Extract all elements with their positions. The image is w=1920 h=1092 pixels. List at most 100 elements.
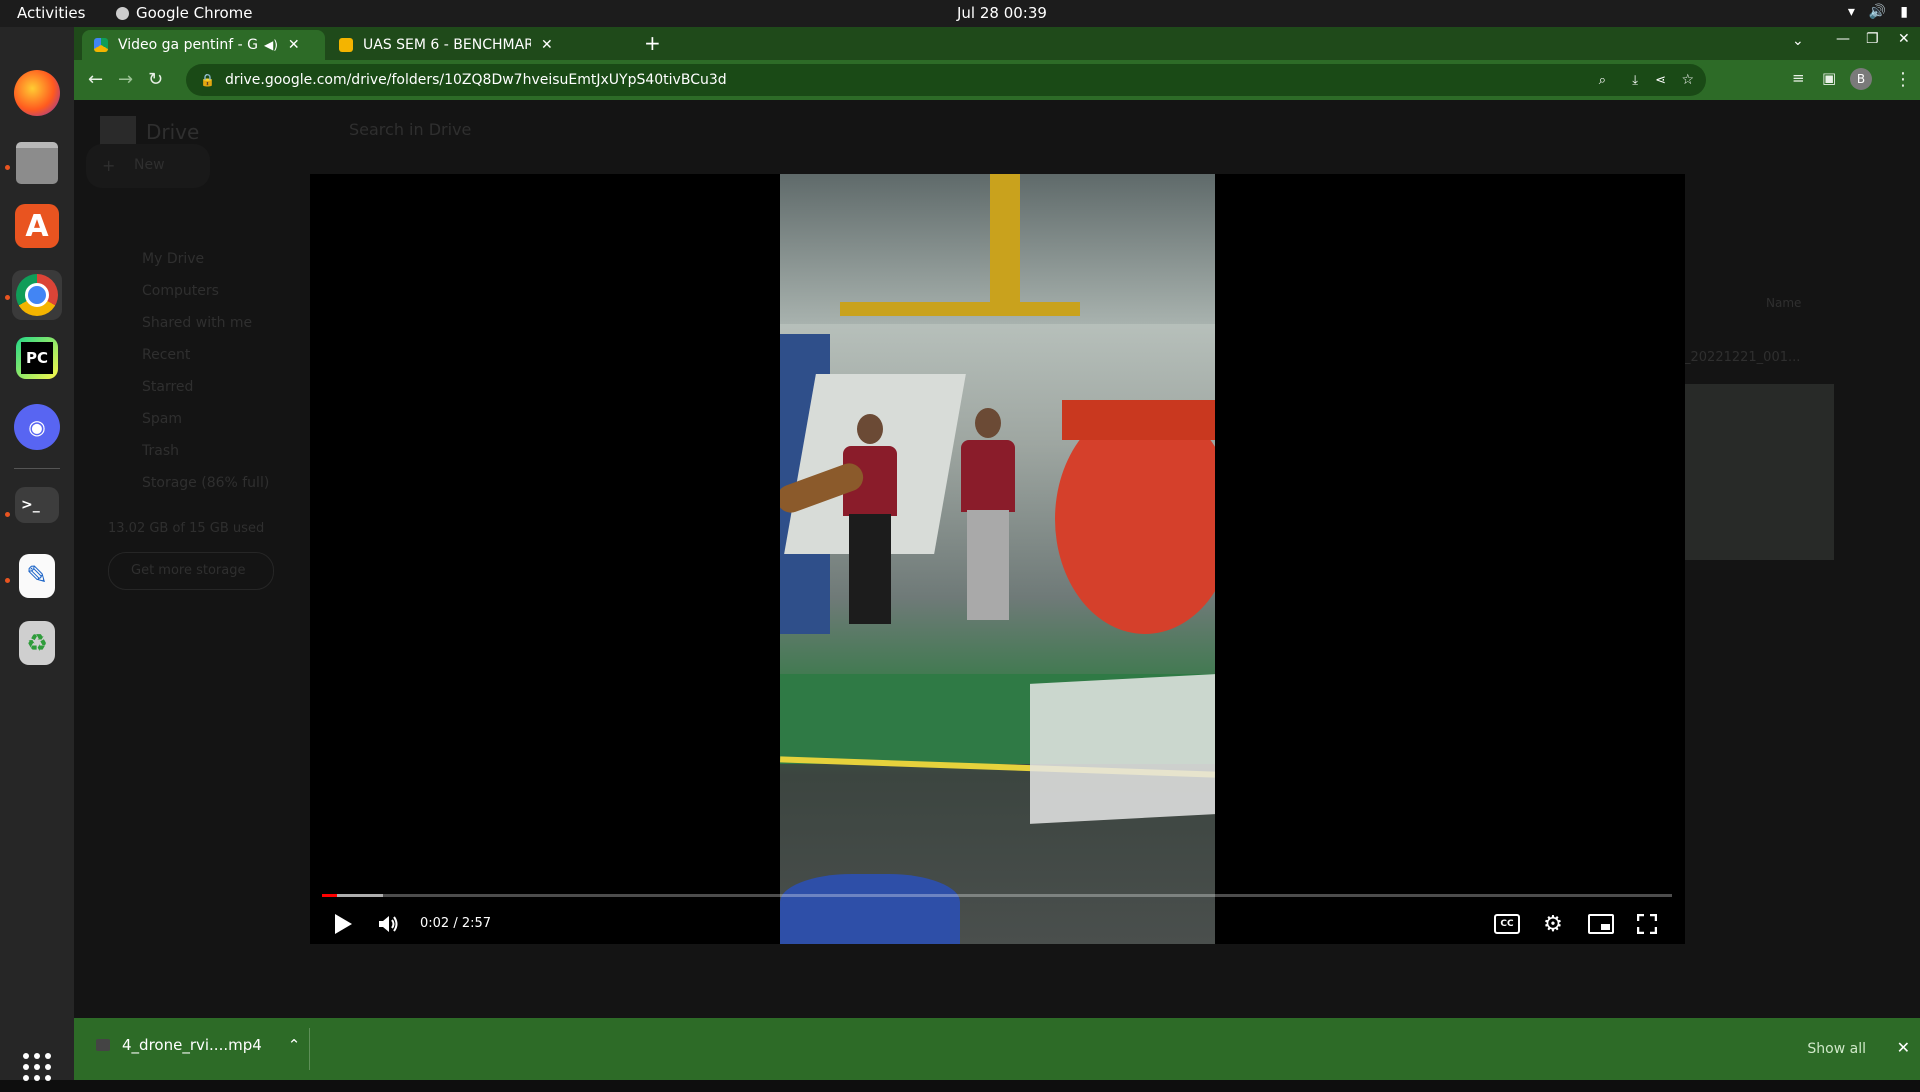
chrome-dock-icon[interactable] [12,270,62,320]
app-center-icon[interactable]: A [15,204,59,248]
close-tab-icon[interactable]: ✕ [541,37,553,53]
activities-button[interactable]: Activities [17,4,85,22]
plus-icon: + [102,156,116,175]
divider [309,1028,310,1070]
nav-label: Recent [142,347,191,363]
file-name[interactable]: _20221221_001... [1684,350,1800,365]
lock-icon[interactable]: 🔒 [200,73,215,87]
tab-search-icon[interactable]: ⌄ [1792,33,1804,49]
nav-label: Computers [142,283,219,299]
dock-separator [14,468,60,469]
miniplayer-button[interactable] [1584,907,1618,941]
files-icon[interactable] [12,138,62,188]
tab-uas-sem[interactable]: UAS SEM 6 - BENCHMARK ✕ [327,30,627,60]
play-icon [335,914,352,934]
show-apps-icon[interactable] [12,1042,62,1092]
media-control-icon[interactable]: ≡ [1792,69,1805,87]
nav-shared[interactable]: Shared with me [142,315,252,331]
captions-button[interactable]: CC [1490,907,1524,941]
storage-box [1030,674,1215,824]
side-panel-icon[interactable]: ▣ [1822,69,1836,87]
pycharm-icon[interactable]: PC [16,337,58,379]
app-menu[interactable]: Google Chrome [116,4,253,22]
fullscreen-button[interactable] [1630,907,1664,941]
video-file-icon [96,1039,110,1051]
system-tray[interactable]: ▾ 🔊 ▮ [1848,4,1908,20]
person-right [955,408,1021,620]
settings-button[interactable]: ⚙ [1536,907,1570,941]
volume-icon: 🔊 [1868,4,1887,20]
video-frame[interactable] [780,174,1215,944]
file-thumbnail[interactable] [1684,384,1834,560]
nav-recent[interactable]: Recent [142,347,190,363]
download-item[interactable]: 4_drone_rvi....mp4 ⌃ [96,1036,300,1054]
text-editor-icon[interactable]: ✎ [19,554,55,598]
zoom-search-icon[interactable]: ⌕ [1599,73,1606,88]
install-icon[interactable]: ⤓ [1632,73,1638,88]
firefox-icon[interactable] [14,70,60,116]
gear-icon: ⚙ [1543,911,1563,937]
progress-played [322,894,337,897]
chevron-up-icon[interactable]: ⌃ [288,1036,301,1054]
running-indicator [5,578,10,583]
nav-label: My Drive [142,251,205,267]
drive-search-input[interactable]: Search in Drive [349,120,471,139]
download-bar: 4_drone_rvi....mp4 ⌃ Show all ✕ [74,1018,1920,1080]
new-label: New [134,157,165,173]
new-button[interactable]: + New [86,144,210,188]
nav-starred[interactable]: Starred [142,379,193,395]
tab-label: UAS SEM 6 - BENCHMARK [363,37,531,53]
close-icon[interactable]: ✕ [1897,1038,1910,1057]
close-window-icon[interactable]: ✕ [1898,31,1910,47]
discord-icon[interactable]: ◉ [14,404,60,450]
progress-bar[interactable] [322,894,1672,897]
get-storage-button[interactable]: Get more storage [108,552,274,590]
nav-trash[interactable]: Trash [142,443,179,459]
more-menu-icon[interactable]: ⋮ [1894,69,1912,90]
nav-spam[interactable]: Spam [142,411,182,427]
drive-favicon-icon [94,38,108,52]
close-tab-icon[interactable]: ✕ [288,37,300,53]
clock[interactable]: Jul 28 00:39 [957,4,1047,22]
drive-logo-icon [100,116,136,146]
app-name: Google Chrome [136,4,253,22]
tab-drive-video[interactable]: Video ga pentinf - Goo ◀) ✕ [82,30,325,60]
nav-computers[interactable]: Computers [142,283,219,299]
sort-name[interactable]: Name [1766,296,1801,310]
audio-playing-icon[interactable]: ◀) [264,38,278,52]
system-top-bar: Activities Google Chrome Jul 28 00:39 ▾ … [0,0,1920,27]
show-all-button[interactable]: Show all [1795,1030,1878,1068]
trash-icon[interactable]: ♻ [19,621,55,665]
cc-icon: CC [1494,914,1520,934]
tab-strip: Video ga pentinf - Goo ◀) ✕ UAS SEM 6 - … [74,27,1920,60]
dock: A PC ◉ >_ ✎ ♻ [0,27,74,1081]
mute-button[interactable] [372,907,406,941]
forward-icon[interactable]: → [118,69,133,90]
play-button[interactable] [326,907,360,941]
download-filename: 4_drone_rvi....mp4 [122,1036,262,1054]
profile-avatar[interactable]: B [1850,68,1872,90]
fullscreen-icon [1637,914,1657,934]
nav-storage[interactable]: Storage (86% full) [142,475,269,491]
person-left [835,414,905,624]
address-bar[interactable]: 🔒 drive.google.com/drive/folders/10ZQ8Dw… [186,64,1706,96]
video-player[interactable]: 0:02 / 2:57 CC ⚙ [310,174,1685,944]
bookmark-star-icon[interactable]: ☆ [1681,72,1694,88]
wifi-icon: ▾ [1847,4,1855,20]
nav-label: Shared with me [142,315,253,331]
minimize-icon[interactable]: — [1836,31,1850,47]
nav-label: Trash [142,443,179,459]
nav-label: Storage (86% full) [142,475,270,491]
restore-icon[interactable]: ❐ [1866,31,1879,47]
running-indicator [5,512,10,517]
back-icon[interactable]: ← [88,69,103,90]
battery-icon: ▮ [1900,4,1908,20]
reload-icon[interactable]: ↻ [148,69,163,90]
browser-toolbar: ← → ↻ 🔒 drive.google.com/drive/folders/1… [74,60,1920,100]
nav-label: Spam [142,411,182,427]
slides-favicon-icon [339,38,353,52]
terminal-icon[interactable]: >_ [15,487,59,523]
nav-my-drive[interactable]: My Drive [142,251,204,267]
share-icon[interactable]: ⋖ [1655,73,1666,88]
new-tab-icon[interactable]: + [644,31,661,55]
